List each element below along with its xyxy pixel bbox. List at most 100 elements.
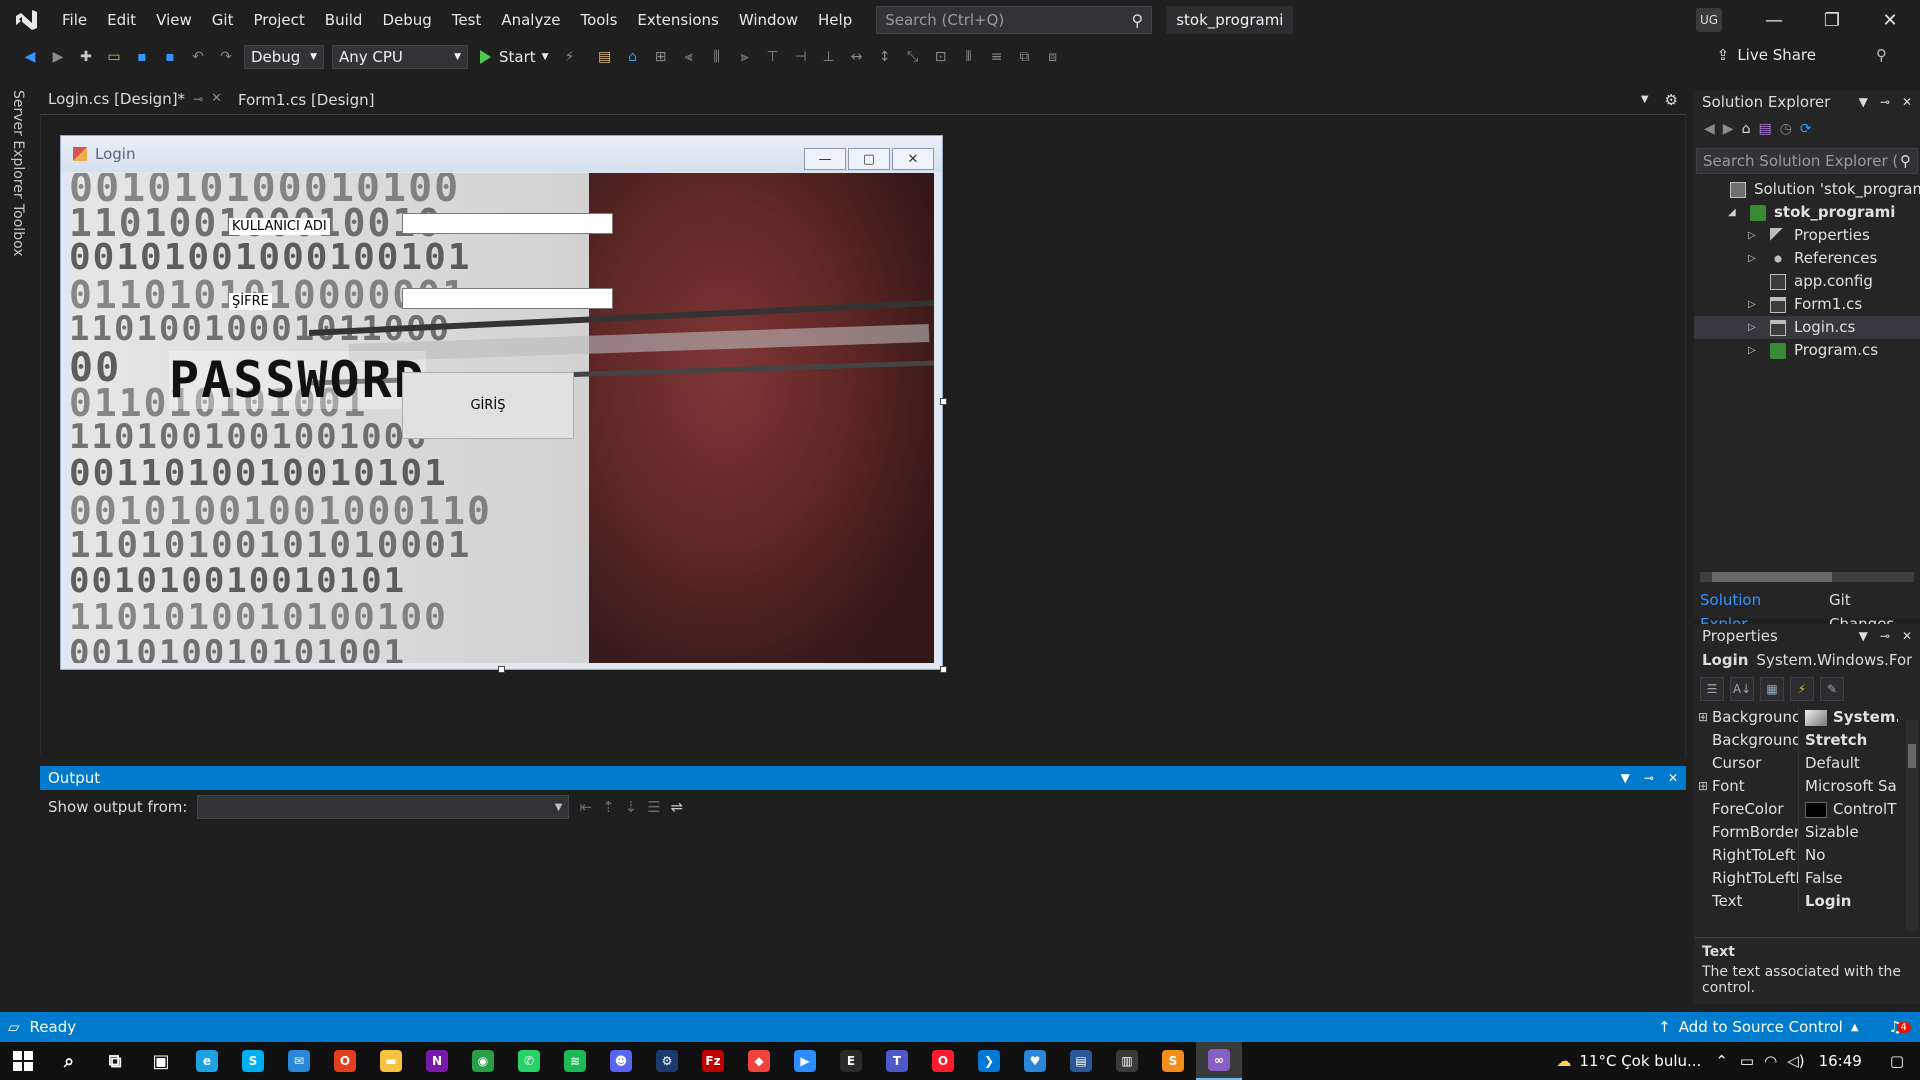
menu-edit[interactable]: Edit <box>97 0 146 40</box>
properties-object-selector[interactable]: Login System.Windows.Forr <box>1694 648 1920 672</box>
close-icon[interactable]: ✕ <box>211 86 222 112</box>
edge-icon[interactable]: e <box>184 1042 230 1080</box>
menu-test[interactable]: Test <box>442 0 492 40</box>
align-bottom-icon[interactable]: ⊥ <box>818 46 840 68</box>
anydesk-icon[interactable]: ◆ <box>736 1042 782 1080</box>
menu-build[interactable]: Build <box>315 0 373 40</box>
user-avatar[interactable]: UG <box>1696 8 1722 32</box>
events-icon[interactable]: ⚡ <box>1790 677 1814 701</box>
expand-arrow-icon[interactable]: ▷ <box>1748 316 1756 339</box>
search-icon[interactable]: ⌕ <box>46 1042 92 1080</box>
restore-icon[interactable]: ❐ <box>1804 0 1860 40</box>
teams-icon[interactable]: T <box>874 1042 920 1080</box>
mail-icon[interactable]: ✉ <box>276 1042 322 1080</box>
property-value-cell[interactable]: Microsoft Sar <box>1798 775 1898 798</box>
opera-icon[interactable]: O <box>920 1042 966 1080</box>
tab-login-design[interactable]: Login.cs [Design]* ⊸ ✕ <box>40 86 231 114</box>
property-value-cell[interactable]: False <box>1798 867 1898 890</box>
scrollbar-thumb[interactable] <box>1908 744 1916 768</box>
resize-handle-bottom[interactable] <box>498 666 505 673</box>
health-icon[interactable]: ♥ <box>1012 1042 1058 1080</box>
windows-start-icon[interactable] <box>0 1042 46 1080</box>
menu-extensions[interactable]: Extensions <box>627 0 728 40</box>
start-button[interactable]: Start ▼ <box>480 48 549 66</box>
word-wrap-icon[interactable]: ⇌ <box>671 798 684 816</box>
filezilla-icon[interactable]: Fz <box>690 1042 736 1080</box>
login-form-window[interactable]: Login — ▢ ✕ 0010101000101001101001000100… <box>60 135 943 670</box>
expand-arrow-icon[interactable]: ▷ <box>1748 293 1756 316</box>
clear-all-icon[interactable]: ☰ <box>647 798 660 816</box>
property-row[interactable]: RightToLeftL False <box>1694 867 1920 890</box>
close-icon[interactable]: ✕ <box>1862 0 1918 40</box>
sublime-icon[interactable]: S <box>1150 1042 1196 1080</box>
menu-view[interactable]: View <box>146 0 202 40</box>
refresh-icon[interactable]: ⟳ <box>1800 121 1812 137</box>
dropdown-icon[interactable]: ▼ <box>1621 771 1630 785</box>
categorized-icon[interactable]: ☰ <box>1700 677 1724 701</box>
redo-icon[interactable]: ↷ <box>215 46 237 68</box>
dropdown-icon[interactable]: ▼ <box>1859 95 1868 109</box>
switch-views-icon[interactable]: ▤ <box>1758 121 1771 137</box>
horizontal-scrollbar[interactable] <box>1700 572 1914 582</box>
discord-icon[interactable]: ☻ <box>598 1042 644 1080</box>
dropdown-icon[interactable]: ▼ <box>1859 629 1868 643</box>
back-icon[interactable]: ◀ <box>19 46 41 68</box>
tree-item-form1-cs[interactable]: ▷ Form1.cs <box>1694 293 1920 316</box>
align-left-icon[interactable]: ⫷ <box>678 46 700 68</box>
menu-tools[interactable]: Tools <box>570 0 627 40</box>
battery-icon[interactable]: ▭ <box>1740 1052 1754 1070</box>
property-value-cell[interactable]: Sizable <box>1798 821 1898 844</box>
align-center-icon[interactable]: ⫼ <box>706 46 728 68</box>
file-explorer-icon[interactable]: ▬ <box>368 1042 414 1080</box>
menu-git[interactable]: Git <box>202 0 244 40</box>
tree-item-app-config[interactable]: app.config <box>1694 270 1920 293</box>
action-center-icon[interactable]: ▢ <box>1890 1052 1904 1070</box>
menu-help[interactable]: Help <box>808 0 862 40</box>
password-input[interactable] <box>402 288 613 309</box>
new-project-icon[interactable]: ✚ <box>75 46 97 68</box>
previous-message-icon[interactable]: ⇡ <box>602 798 615 816</box>
tab-dropdown-icon[interactable]: ▼ <box>1633 86 1657 114</box>
property-value-cell[interactable]: No <box>1798 844 1898 867</box>
menu-analyze[interactable]: Analyze <box>491 0 570 40</box>
clock[interactable]: 16:49 <box>1819 1052 1862 1070</box>
property-row[interactable]: RightToLeft No <box>1694 844 1920 867</box>
expand-arrow-icon[interactable]: ▷ <box>1748 339 1756 362</box>
live-share-button[interactable]: ⇪ Live Share <box>1717 46 1816 64</box>
office-icon[interactable]: O <box>322 1042 368 1080</box>
property-row[interactable]: Text Login <box>1694 890 1920 913</box>
scrollbar-thumb[interactable] <box>1712 572 1832 582</box>
same-width-icon[interactable]: ↔ <box>846 46 868 68</box>
solution-search-input[interactable]: Search Solution Explorer ( ⚲ <box>1696 148 1918 174</box>
menu-debug[interactable]: Debug <box>372 0 441 40</box>
search-icon[interactable]: ⚲ <box>1132 11 1144 30</box>
menu-window[interactable]: Window <box>729 0 808 40</box>
grid-align-icon[interactable]: ⊞ <box>650 46 672 68</box>
expand-arrow-icon[interactable]: ◢ <box>1728 201 1736 224</box>
close-icon[interactable]: ✕ <box>1902 95 1912 109</box>
pin-icon[interactable]: ⊸ <box>1880 95 1890 109</box>
properties-view-icon[interactable]: ▦ <box>1760 677 1784 701</box>
skype-icon[interactable]: S <box>230 1042 276 1080</box>
next-message-icon[interactable]: ⇣ <box>625 798 638 816</box>
platform-dropdown[interactable]: Any CPU ▼ <box>332 45 468 69</box>
property-value-cell[interactable]: Default <box>1798 752 1898 775</box>
h-spacing-icon[interactable]: ⫴ <box>958 46 980 68</box>
resize-handle-corner[interactable] <box>940 666 947 673</box>
toolbox-tab[interactable]: Toolbox <box>10 204 26 257</box>
attach-icon[interactable]: ⚡ <box>559 46 581 68</box>
same-size-icon[interactable]: ⤡ <box>902 46 924 68</box>
tree-item-properties[interactable]: ▷ Properties <box>1694 224 1920 247</box>
property-value-cell[interactable]: Login <box>1798 890 1898 913</box>
visual-studio-icon[interactable]: ∞ <box>1196 1042 1242 1080</box>
monitor-icon[interactable]: ▤ <box>1058 1042 1104 1080</box>
tab-form1-design[interactable]: Form1.cs [Design] <box>230 86 382 114</box>
username-input[interactable] <box>402 213 613 234</box>
pin-icon[interactable]: ⊸ <box>1644 771 1654 785</box>
notifications-button[interactable]: ♫ 4 <box>1889 1018 1911 1036</box>
history-icon[interactable]: ◷ <box>1780 121 1792 137</box>
find-message-icon[interactable]: ⇤ <box>579 798 592 816</box>
align-right-icon[interactable]: ⫸ <box>734 46 756 68</box>
property-value-cell[interactable]: System. <box>1798 706 1898 729</box>
weather-text[interactable]: 11°C Çok bulu... <box>1579 1052 1701 1070</box>
